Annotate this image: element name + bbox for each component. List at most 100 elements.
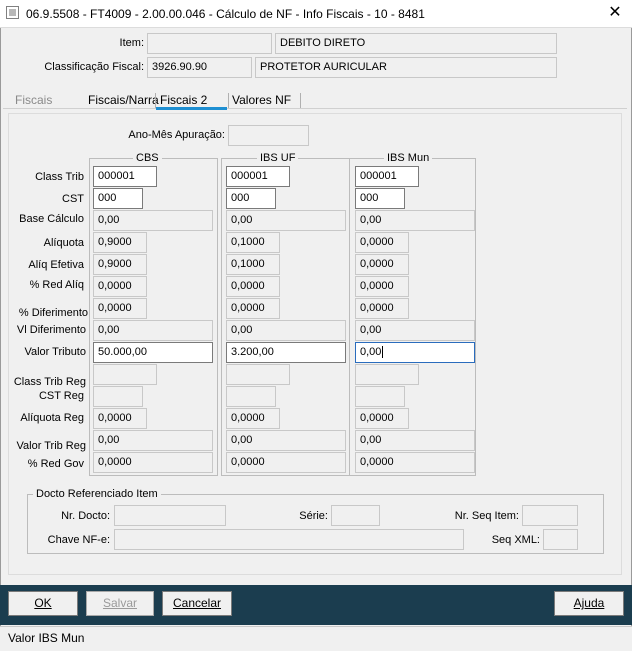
title-bar: 06.9.5508 - FT4009 - 2.00.00.046 - Cálcu… xyxy=(0,0,632,28)
active-tab-indicator xyxy=(156,107,227,110)
item-label: Item: xyxy=(119,37,144,49)
cbs-group-title: CBS xyxy=(133,152,162,164)
ibs-mun-base-calculo-field[interactable]: 0,00 xyxy=(355,210,475,231)
ok-button-label: OK xyxy=(34,596,52,610)
status-bar: Valor IBS Mun xyxy=(0,626,632,651)
cbs-cst-reg-field[interactable] xyxy=(93,386,143,407)
classificacao-fiscal-desc-field[interactable]: PROTETOR AURICULAR xyxy=(255,57,557,78)
ajuda-button[interactable]: Ajuda xyxy=(554,591,624,616)
cbs-red-aliq-field[interactable]: 0,0000 xyxy=(93,276,147,297)
window-title: 06.9.5508 - FT4009 - 2.00.00.046 - Cálcu… xyxy=(26,7,425,21)
ibs-mun-valor-trib-reg-field[interactable]: 0,00 xyxy=(355,430,475,451)
cbs-red-gov-field[interactable]: 0,0000 xyxy=(93,452,213,473)
ibs-mun-cst-reg-field[interactable] xyxy=(355,386,405,407)
nr-docto-field[interactable] xyxy=(114,505,226,526)
cbs-aliquota-reg-field[interactable]: 0,0000 xyxy=(93,408,147,429)
cbs-valor-tributo-field[interactable]: 50.000,00 xyxy=(93,342,213,363)
ibs-uf-group-title: IBS UF xyxy=(257,152,299,164)
tab-separator xyxy=(300,93,301,108)
ibs-uf-diferimento-pct-field[interactable]: 0,0000 xyxy=(226,298,280,319)
base-calculo-label: Base Cálculo xyxy=(19,213,84,225)
ibs-uf-cst-reg-field[interactable] xyxy=(226,386,276,407)
ibs-uf-red-aliq-field[interactable]: 0,0000 xyxy=(226,276,280,297)
red-gov-label: % Red Gov xyxy=(27,458,84,470)
ajuda-button-label: Ajuda xyxy=(573,596,605,610)
classificacao-fiscal-label: Classificação Fiscal: xyxy=(44,61,144,73)
aliquota-label: Alíquota xyxy=(43,237,84,249)
seq-xml-field[interactable] xyxy=(543,529,578,550)
ibs-mun-valor-tributo-field[interactable]: 0,00 xyxy=(355,342,475,363)
valor-tributo-label: Valor Tributo xyxy=(24,346,86,358)
serie-field[interactable] xyxy=(331,505,380,526)
cbs-diferimento-vl-field[interactable]: 0,00 xyxy=(93,320,213,341)
ibs-uf-aliquota-reg-field[interactable]: 0,0000 xyxy=(226,408,280,429)
ibs-uf-class-trib-field[interactable]: 000001 xyxy=(226,166,290,187)
tab-fiscais-narra[interactable]: Fiscais/Narra xyxy=(88,93,159,107)
ibs-mun-diferimento-vl-field[interactable]: 0,00 xyxy=(355,320,475,341)
ibs-uf-valor-trib-reg-field[interactable]: 0,00 xyxy=(226,430,346,451)
ibs-mun-aliq-efetiva-field[interactable]: 0,0000 xyxy=(355,254,409,275)
salvar-button[interactable]: Salvar xyxy=(86,591,154,616)
ok-button[interactable]: OK xyxy=(8,591,78,616)
cancelar-button[interactable]: Cancelar xyxy=(162,591,232,616)
chave-nfe-field[interactable] xyxy=(114,529,464,550)
tab-strip-divider xyxy=(3,108,627,109)
ibs-mun-cst-field[interactable]: 000 xyxy=(355,188,405,209)
app-window-icon xyxy=(6,6,19,19)
seq-xml-label: Seq XML: xyxy=(491,534,540,546)
tab-valores-nf[interactable]: Valores NF xyxy=(232,93,291,107)
cancelar-button-label: Cancelar xyxy=(172,596,222,610)
class-trib-label: Class Trib xyxy=(35,171,84,183)
ibs-mun-group-title: IBS Mun xyxy=(384,152,433,164)
tab-fiscais[interactable]: Fiscais xyxy=(15,93,52,107)
tab-separator xyxy=(228,93,229,108)
cbs-class-trib-reg-field[interactable] xyxy=(93,364,157,385)
chave-nfe-label: Chave NF-e: xyxy=(47,534,110,546)
cbs-aliquota-field[interactable]: 0,9000 xyxy=(93,232,147,253)
item-code-field[interactable] xyxy=(147,33,272,54)
ibs-uf-class-trib-reg-field[interactable] xyxy=(226,364,290,385)
nr-seq-item-label: Nr. Seq Item: xyxy=(454,510,519,522)
classificacao-fiscal-code-field[interactable]: 3926.90.90 xyxy=(147,57,252,78)
ibs-mun-aliquota-field[interactable]: 0,0000 xyxy=(355,232,409,253)
close-icon[interactable]: ✕ xyxy=(604,3,626,23)
diferimento-vl-label: Vl Diferimento xyxy=(16,324,86,336)
salvar-button-label: Salvar xyxy=(102,596,137,610)
aliquota-reg-label: Alíquota Reg xyxy=(20,412,84,424)
ibs-mun-diferimento-pct-field[interactable]: 0,0000 xyxy=(355,298,409,319)
cbs-valor-trib-reg-field[interactable]: 0,00 xyxy=(93,430,213,451)
ibs-uf-red-gov-field[interactable]: 0,0000 xyxy=(226,452,346,473)
cst-reg-label: CST Reg xyxy=(38,390,84,402)
ibs-mun-red-gov-field[interactable]: 0,0000 xyxy=(355,452,475,473)
class-trib-reg-label: Class Trib Reg xyxy=(13,376,86,388)
cbs-base-calculo-field[interactable]: 0,00 xyxy=(93,210,213,231)
ibs-uf-aliq-efetiva-field[interactable]: 0,1000 xyxy=(226,254,280,275)
red-aliq-label: % Red Alíq xyxy=(29,279,84,291)
ano-mes-apuracao-field[interactable] xyxy=(228,125,309,146)
ibs-mun-aliquota-reg-field[interactable]: 0,0000 xyxy=(355,408,409,429)
ibs-mun-red-aliq-field[interactable]: 0,0000 xyxy=(355,276,409,297)
nr-seq-item-field[interactable] xyxy=(522,505,578,526)
cbs-diferimento-pct-field[interactable]: 0,0000 xyxy=(93,298,147,319)
aliq-efetiva-label: Alíq Efetiva xyxy=(28,259,84,271)
cst-label: CST xyxy=(62,193,84,205)
tab-fiscais-2[interactable]: Fiscais 2 xyxy=(160,93,207,107)
serie-label: Série: xyxy=(299,510,328,522)
ibs-uf-cst-field[interactable]: 000 xyxy=(226,188,276,209)
item-description-field[interactable]: DEBITO DIRETO xyxy=(275,33,557,54)
ibs-mun-class-trib-field[interactable]: 000001 xyxy=(355,166,419,187)
valor-trib-reg-label: Valor Trib Reg xyxy=(16,440,87,452)
text-caret xyxy=(382,346,384,359)
ibs-uf-base-calculo-field[interactable]: 0,00 xyxy=(226,210,346,231)
ibs-uf-diferimento-vl-field[interactable]: 0,00 xyxy=(226,320,346,341)
window-frame-left xyxy=(0,28,1,651)
cbs-cst-field[interactable]: 000 xyxy=(93,188,143,209)
diferimento-pct-label: % Diferimento xyxy=(18,307,88,319)
ibs-uf-aliquota-field[interactable]: 0,1000 xyxy=(226,232,280,253)
cbs-class-trib-field[interactable]: 000001 xyxy=(93,166,157,187)
tab-separator xyxy=(155,93,156,108)
ibs-mun-class-trib-reg-field[interactable] xyxy=(355,364,419,385)
cbs-aliq-efetiva-field[interactable]: 0,9000 xyxy=(93,254,147,275)
nr-docto-label: Nr. Docto: xyxy=(61,510,110,522)
ibs-uf-valor-tributo-field[interactable]: 3.200,00 xyxy=(226,342,346,363)
